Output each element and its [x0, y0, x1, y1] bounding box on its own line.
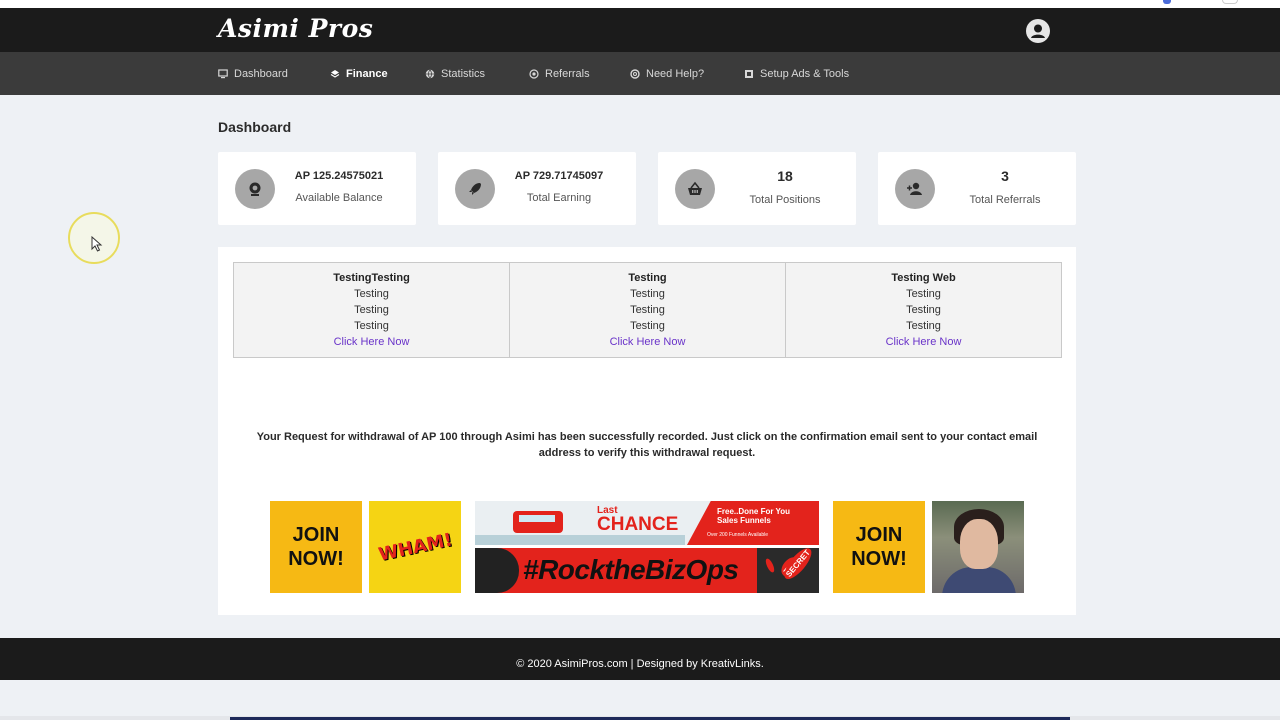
- join-now-banner[interactable]: JOIN NOW!: [270, 501, 362, 593]
- mouse-pointer-icon: [91, 236, 103, 252]
- monitor-icon: [218, 69, 228, 79]
- text-ad-title: TestingTesting: [333, 272, 410, 284]
- top-secret-badge: TOPSECRET: [757, 543, 819, 593]
- nav-finance-label: Finance: [346, 68, 388, 80]
- nav-setup-ads-tools-label: Setup Ads & Tools: [760, 68, 850, 80]
- text-ad-link[interactable]: Click Here Now: [510, 334, 785, 350]
- tools-icon: [745, 70, 753, 78]
- text-ad-line: Testing: [906, 304, 941, 316]
- stat-total-positions: 18 Total Positions: [658, 152, 856, 225]
- banner-text: CHANCE: [597, 514, 679, 535]
- stat-total-referrals: 3 Total Referrals: [878, 152, 1076, 225]
- withdrawal-success-message: Your Request for withdrawal of AP 100 th…: [256, 431, 1038, 459]
- rocket-icon: [455, 169, 495, 209]
- stat-label: Total Earning: [526, 192, 592, 204]
- banner-text: WHAM!: [376, 528, 454, 566]
- banner-text: NOW!: [851, 548, 907, 570]
- photo-body: [942, 567, 1016, 593]
- at-sign-icon: [529, 69, 539, 79]
- basket-icon: [675, 169, 715, 209]
- text-ad-line: Testing: [906, 288, 941, 300]
- stat-value: 18: [777, 168, 793, 184]
- user-avatar-icon[interactable]: [1026, 19, 1050, 43]
- rock-the-biz-ops-banner[interactable]: Last CHANCE Free..Done For You Sales Funn…: [475, 501, 819, 593]
- text-ads-row: TestingTesting Testing Testing Testing C…: [233, 262, 1062, 358]
- funnels-badge: Free..Done For You Sales Funnels Over 200…: [687, 501, 819, 545]
- hashtag-banner: #RocktheBizOps TOPSECRET: [475, 543, 819, 593]
- footer-text: © 2020 AsimiPros.com | Designed by Kreat…: [516, 658, 764, 670]
- text-ad-line: Testing: [630, 288, 665, 300]
- stat-total-earning: AP 729.71745097 Total Earning: [438, 152, 636, 225]
- wham-banner[interactable]: WHAM!: [369, 501, 461, 593]
- banner-text: Sales Funnels: [717, 516, 771, 525]
- browser-indicator: [1163, 0, 1171, 4]
- text-ad-line: Testing: [630, 320, 665, 332]
- stat-label: Available Balance: [295, 192, 383, 204]
- text-ad-line: Testing: [354, 304, 389, 316]
- text-ad-title: Testing: [628, 272, 667, 284]
- nav-finance[interactable]: Finance: [330, 66, 388, 82]
- stat-value: AP 125.24575021: [294, 170, 384, 182]
- stat-value: 3: [1001, 168, 1009, 184]
- text-ad-line: Testing: [354, 320, 389, 332]
- bottom-edge: [0, 716, 1280, 720]
- stat-label: Total Referrals: [969, 194, 1041, 206]
- browser-top-strip: [0, 0, 1280, 8]
- banner-text: #RocktheBizOps: [523, 554, 739, 585]
- nav-statistics-label: Statistics: [441, 68, 486, 80]
- nav-statistics[interactable]: Statistics: [425, 66, 485, 82]
- main-panel: TestingTesting Testing Testing Testing C…: [218, 247, 1076, 615]
- nav-need-help-label: Need Help?: [646, 68, 705, 80]
- bus-graphic: [513, 511, 563, 533]
- nav-need-help[interactable]: Need Help?: [630, 66, 704, 82]
- nav-referrals-label: Referrals: [545, 68, 590, 80]
- text-ad-line: Testing: [630, 304, 665, 316]
- text-ad-line: Testing: [354, 288, 389, 300]
- stat-label: Total Positions: [749, 194, 821, 206]
- site-footer: © 2020 AsimiPros.com | Designed by Kreat…: [0, 638, 1280, 680]
- text-ad: TestingTesting Testing Testing Testing C…: [234, 263, 509, 357]
- banner-text: NOW!: [288, 548, 344, 570]
- banner-text: JOIN: [292, 524, 340, 546]
- road-graphic: [475, 535, 685, 545]
- nav-dashboard-label: Dashboard: [234, 68, 288, 80]
- join-now-banner[interactable]: JOIN NOW!: [833, 501, 925, 593]
- banner-text: JOIN: [855, 524, 903, 546]
- text-ad: Testing Web Testing Testing Testing Clic…: [785, 263, 1061, 357]
- browser-indicator-2: [1222, 0, 1238, 4]
- globe-icon: [425, 69, 435, 79]
- user-add-icon: [895, 169, 935, 209]
- banner-text: Free..Done For You: [717, 507, 791, 516]
- photo-face: [960, 519, 998, 569]
- site-logo[interactable]: Asimi Pros: [218, 14, 373, 43]
- text-ad-link[interactable]: Click Here Now: [786, 334, 1061, 350]
- nav-dashboard[interactable]: Dashboard: [218, 66, 288, 82]
- lifebuoy-icon: [630, 69, 640, 79]
- stat-value: AP 729.71745097: [514, 170, 604, 182]
- badge-graphic: [475, 548, 519, 593]
- stat-available-balance: AP 125.24575021 Available Balance: [218, 152, 416, 225]
- main-nav: Dashboard Finance Statistics Referrals N…: [0, 52, 1280, 95]
- page-title: Dashboard: [218, 119, 292, 135]
- site-header: Asimi Pros: [0, 8, 1280, 52]
- profile-photo-banner[interactable]: [932, 501, 1024, 593]
- webcam-icon: [235, 169, 275, 209]
- nav-setup-ads-tools[interactable]: Setup Ads & Tools: [744, 66, 849, 82]
- banner-text: Over 200 Funnels Available: [707, 532, 769, 538]
- text-ad-line: Testing: [906, 320, 941, 332]
- nav-referrals[interactable]: Referrals: [529, 66, 590, 82]
- layers-icon: [330, 70, 340, 78]
- text-ad-link[interactable]: Click Here Now: [234, 334, 509, 350]
- text-ad-title: Testing Web: [891, 272, 956, 284]
- last-chance-banner: Last CHANCE Free..Done For You Sales Funn…: [475, 501, 819, 545]
- text-ad: Testing Testing Testing Testing Click He…: [509, 263, 785, 357]
